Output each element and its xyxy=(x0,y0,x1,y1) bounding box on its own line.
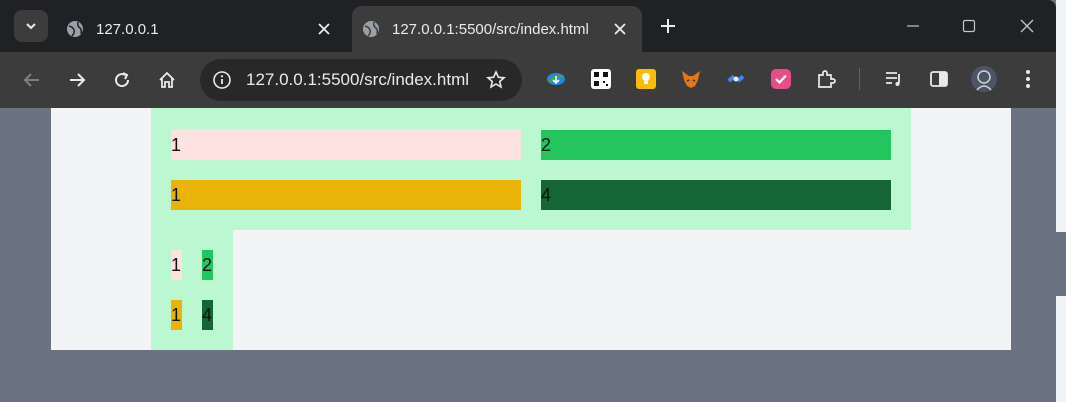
address-bar[interactable]: 127.0.0.1:5500/src/index.html xyxy=(200,59,522,101)
url-text[interactable]: 127.0.0.1:5500/src/index.html xyxy=(246,70,482,90)
toolbar-divider xyxy=(859,68,860,90)
grid-item: 1 xyxy=(171,300,182,330)
tab-title: 127.0.0.1:5500/src/index.html xyxy=(392,20,589,38)
home-button[interactable] xyxy=(153,66,181,94)
maximize-button[interactable] xyxy=(946,10,992,42)
close-window-button[interactable] xyxy=(1004,10,1050,42)
bookmark-star-icon[interactable] xyxy=(482,66,510,94)
maximize-icon xyxy=(962,19,976,33)
forward-button[interactable] xyxy=(63,66,91,94)
grid-item: 1 xyxy=(171,130,521,160)
extensions-puzzle-icon[interactable] xyxy=(814,67,838,91)
profile-avatar[interactable] xyxy=(970,65,998,93)
home-icon xyxy=(159,71,175,88)
back-button[interactable] xyxy=(18,66,46,94)
tab-search-button[interactable] xyxy=(14,10,48,42)
calendar-extension-icon[interactable] xyxy=(769,67,793,91)
page-scrollbar[interactable] xyxy=(1056,0,1066,402)
grid-item: 1 xyxy=(171,180,521,210)
page-body: 1 2 1 4 1 2 1 4 xyxy=(51,108,1011,350)
arrow-left-icon xyxy=(23,73,39,87)
metamask-fox-icon[interactable] xyxy=(679,67,703,91)
close-icon xyxy=(1020,19,1034,33)
new-tab-button[interactable] xyxy=(654,12,682,40)
download-manager-extension-icon[interactable] xyxy=(544,67,568,91)
grid-item: 4 xyxy=(202,300,213,330)
tab-title: 127.0.0.1 xyxy=(96,20,159,38)
minimize-button[interactable] xyxy=(890,10,936,42)
keep-lightbulb-extension-icon[interactable] xyxy=(634,67,658,91)
side-panel-icon[interactable] xyxy=(927,67,951,91)
grid-item: 1 xyxy=(171,250,182,280)
globe-icon xyxy=(362,20,380,38)
more-menu-icon[interactable] xyxy=(1016,67,1040,91)
plus-icon xyxy=(661,19,675,33)
grid-item: 2 xyxy=(541,130,891,160)
arrow-right-icon xyxy=(70,73,86,87)
tab-2[interactable]: 127.0.0.1:5500/src/index.html xyxy=(352,6,642,52)
close-tab-icon[interactable] xyxy=(606,15,634,43)
reload-icon xyxy=(115,72,130,88)
page-viewport: 1 2 1 4 1 2 1 4 xyxy=(0,108,1056,402)
browser-toolbar: 127.0.0.1:5500/src/index.html xyxy=(0,52,1056,108)
chevron-down-icon xyxy=(26,23,36,30)
site-info-icon[interactable] xyxy=(208,66,236,94)
close-tab-icon[interactable] xyxy=(310,15,338,43)
globe-icon xyxy=(66,20,84,38)
grid-container-narrow: 1 2 1 4 xyxy=(151,230,233,350)
satellite-extension-icon[interactable] xyxy=(724,67,748,91)
qr-code-extension-icon[interactable] xyxy=(589,67,613,91)
scrollbar-thumb[interactable] xyxy=(1056,232,1066,296)
tab-strip: 127.0.0.1 127.0.0.1:5500/src/index.html xyxy=(0,0,1056,52)
media-control-icon[interactable] xyxy=(882,67,906,91)
grid-item: 2 xyxy=(202,250,213,280)
minimize-icon xyxy=(907,25,919,27)
tab-1[interactable]: 127.0.0.1 xyxy=(56,6,346,52)
reload-button[interactable] xyxy=(108,66,136,94)
grid-item: 4 xyxy=(541,180,891,210)
grid-container-wide: 1 2 1 4 xyxy=(151,108,911,230)
